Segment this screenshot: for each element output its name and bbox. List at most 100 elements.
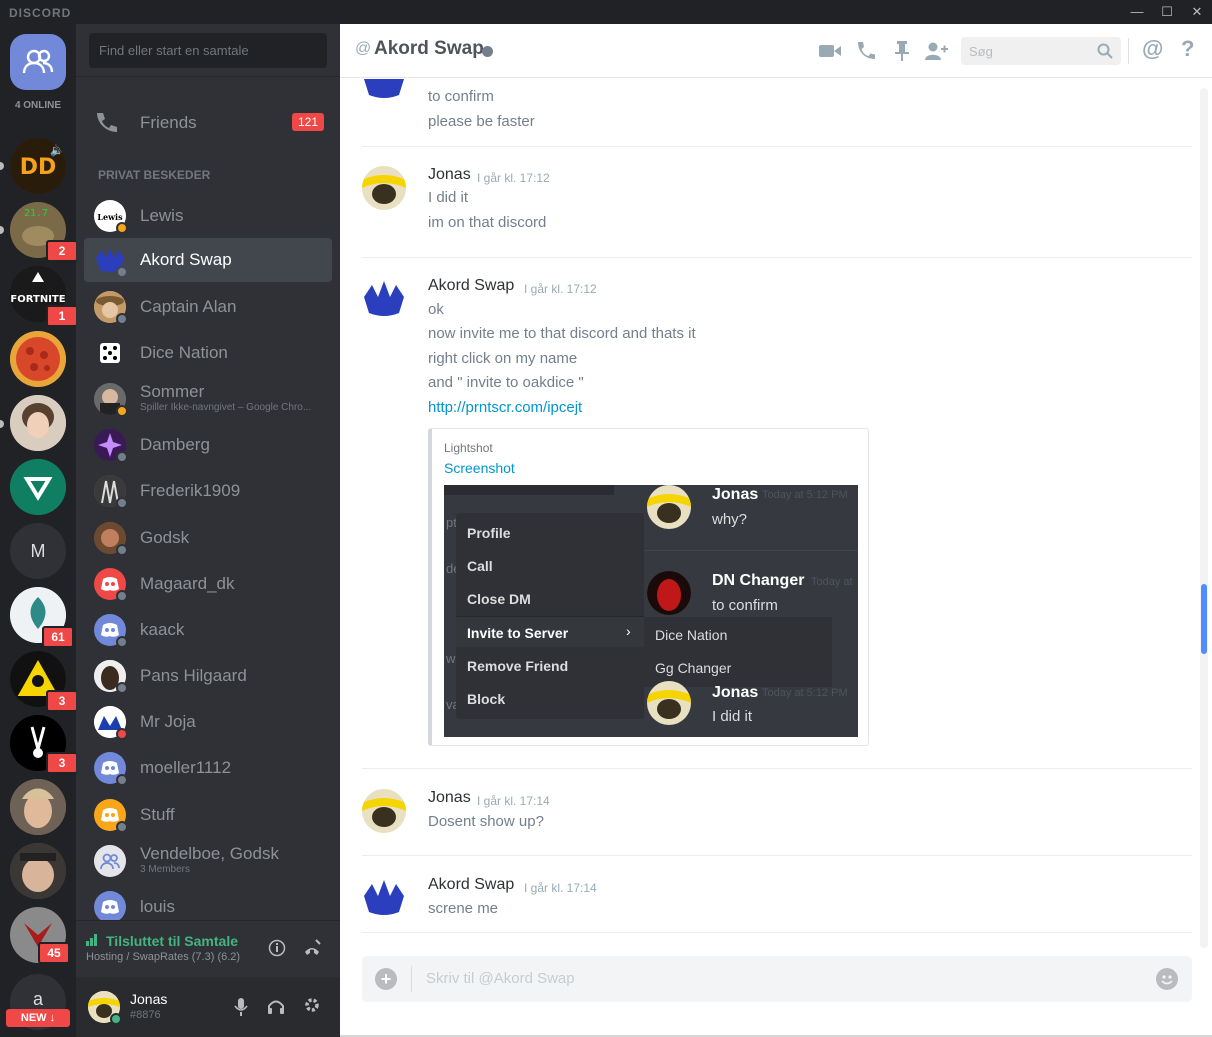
friend-requests-badge: 121: [291, 113, 324, 131]
headphones-icon[interactable]: [267, 997, 285, 1015]
online-count: 4 ONLINE: [14, 100, 62, 111]
dm-item[interactable]: Pans Hilgaard: [84, 654, 332, 698]
header-search-input[interactable]: Søg: [961, 37, 1121, 65]
avatar[interactable]: [362, 277, 406, 321]
server-dd[interactable]: DD 🔊: [10, 138, 66, 194]
message-link[interactable]: http://prntscr.com/ipcejt: [428, 399, 582, 416]
server-dd-icon: DD🔊: [10, 138, 66, 194]
dm-sidebar: Find eller start en samtale Friends 121 …: [76, 24, 340, 1037]
disconnect-call-icon[interactable]: [302, 938, 322, 958]
dm-item[interactable]: Dice Nation: [84, 331, 332, 375]
embed-title-link[interactable]: Screenshot: [444, 460, 515, 476]
title-bar: DISCORD — ☐ ✕: [0, 0, 1212, 24]
screenshot-message: to confirm: [712, 597, 778, 614]
avatar[interactable]: [362, 79, 406, 103]
maximize-button[interactable]: ☐: [1157, 2, 1177, 22]
divider: [1128, 38, 1129, 64]
mention-badge: 1: [46, 305, 76, 327]
status-dnd-indicator: [116, 728, 128, 740]
new-unreads-button[interactable]: NEW ↓: [6, 1009, 70, 1027]
dm-item[interactable]: kaack: [84, 608, 332, 652]
server-face[interactable]: [10, 779, 66, 835]
friends-home-button[interactable]: [10, 34, 66, 90]
status-offline-indicator: [116, 636, 128, 648]
message-author[interactable]: Jonas: [428, 166, 471, 184]
svg-text:🔊: 🔊: [50, 143, 64, 157]
screenshot-message: I did it: [712, 708, 753, 725]
dm-item-active[interactable]: Akord Swap: [84, 238, 332, 282]
status-offline-indicator: [482, 46, 493, 57]
status-offline-indicator: [116, 451, 128, 463]
server-vue[interactable]: [10, 459, 66, 515]
dm-search-input[interactable]: Find eller start en samtale: [89, 33, 327, 68]
scrollbar-thumb[interactable]: [1201, 584, 1207, 654]
dm-name: Godsk: [140, 528, 190, 547]
dm-item[interactable]: Frederik1909: [84, 469, 332, 513]
dm-name: Lewis: [140, 206, 184, 225]
dm-item[interactable]: louis: [84, 885, 332, 922]
triangle-logo-icon: [10, 459, 66, 515]
avatar[interactable]: [362, 876, 406, 920]
dm-item[interactable]: Mr Joja: [84, 700, 332, 744]
search-icon: [1097, 43, 1113, 59]
video-call-icon[interactable]: [818, 39, 842, 63]
screenshot-time: Today at: [811, 576, 853, 588]
svg-text:Lewis: Lewis: [97, 212, 123, 222]
help-icon[interactable]: ?: [1181, 36, 1194, 62]
mention-badge: 45: [38, 942, 70, 964]
dm-item[interactable]: Lewis Lewis: [84, 194, 332, 238]
info-icon[interactable]: [268, 939, 286, 957]
dm-item[interactable]: Sommer Spiller Ikke-navngivet – Google C…: [84, 377, 332, 421]
dm-item[interactable]: Magaard_dk: [84, 562, 332, 606]
message-author[interactable]: Akord Swap: [428, 876, 514, 894]
embed-image[interactable]: pt de wi va Profile Call Close DM Invite…: [444, 485, 858, 737]
server-smile[interactable]: [10, 843, 66, 899]
menu-item: Remove Friend: [467, 658, 569, 674]
avatar: [94, 337, 126, 369]
dm-item[interactable]: moeller1112: [84, 746, 332, 790]
search-placeholder: Søg: [969, 44, 993, 59]
message-text: and " invite to oakdice ": [428, 374, 584, 391]
menu-item: Invite to Server: [467, 625, 569, 641]
dm-name: Stuff: [140, 805, 175, 824]
close-window-button[interactable]: ✕: [1187, 2, 1207, 22]
microphone-icon[interactable]: [234, 997, 248, 1017]
mentions-icon[interactable]: @: [1142, 36, 1163, 62]
server-m[interactable]: M: [10, 523, 66, 579]
server-pizza[interactable]: [10, 331, 66, 387]
dm-item[interactable]: Godsk: [84, 516, 332, 560]
pin-icon[interactable]: [890, 39, 914, 63]
user-panel: Jonas #8876: [76, 977, 340, 1037]
server-portrait[interactable]: [10, 395, 66, 451]
dm-item[interactable]: Damberg: [84, 423, 332, 467]
username: Jonas: [130, 991, 168, 1007]
dm-item[interactable]: Stuff: [84, 793, 332, 837]
status-offline-indicator: [116, 544, 128, 556]
group-dm-icon: [94, 845, 126, 877]
scrollbar-track[interactable]: [1200, 88, 1208, 948]
message-author[interactable]: Jonas: [428, 789, 471, 807]
friends-nav-item[interactable]: Friends 121: [84, 102, 332, 142]
message-divider: [362, 257, 1192, 258]
friends-label: Friends: [140, 113, 197, 132]
avatar[interactable]: [362, 789, 406, 833]
add-friend-icon[interactable]: [924, 39, 948, 63]
upload-plus-icon[interactable]: +: [375, 968, 397, 990]
avatar[interactable]: [362, 166, 406, 210]
dm-item[interactable]: Vendelboe, Godsk 3 Members: [84, 839, 332, 883]
dm-name: louis: [140, 897, 175, 916]
settings-gear-icon[interactable]: [303, 996, 321, 1014]
people-icon: [22, 49, 54, 74]
status-offline-indicator: [116, 497, 128, 509]
dm-item[interactable]: Captain Alan: [84, 285, 332, 329]
menu-item: Call: [467, 558, 493, 574]
minimize-button[interactable]: —: [1127, 2, 1147, 22]
message-text: now invite me to that discord and thats …: [428, 325, 696, 342]
status-offline-indicator: [116, 774, 128, 786]
message-composer[interactable]: + Skriv til @Akord Swap: [362, 956, 1192, 1002]
voice-call-icon[interactable]: [854, 39, 878, 63]
svg-text:21.7: 21.7: [24, 208, 48, 219]
emoji-picker-icon[interactable]: [1156, 968, 1178, 990]
message-input[interactable]: Skriv til @Akord Swap: [426, 970, 575, 987]
message-author[interactable]: Akord Swap: [428, 277, 514, 295]
